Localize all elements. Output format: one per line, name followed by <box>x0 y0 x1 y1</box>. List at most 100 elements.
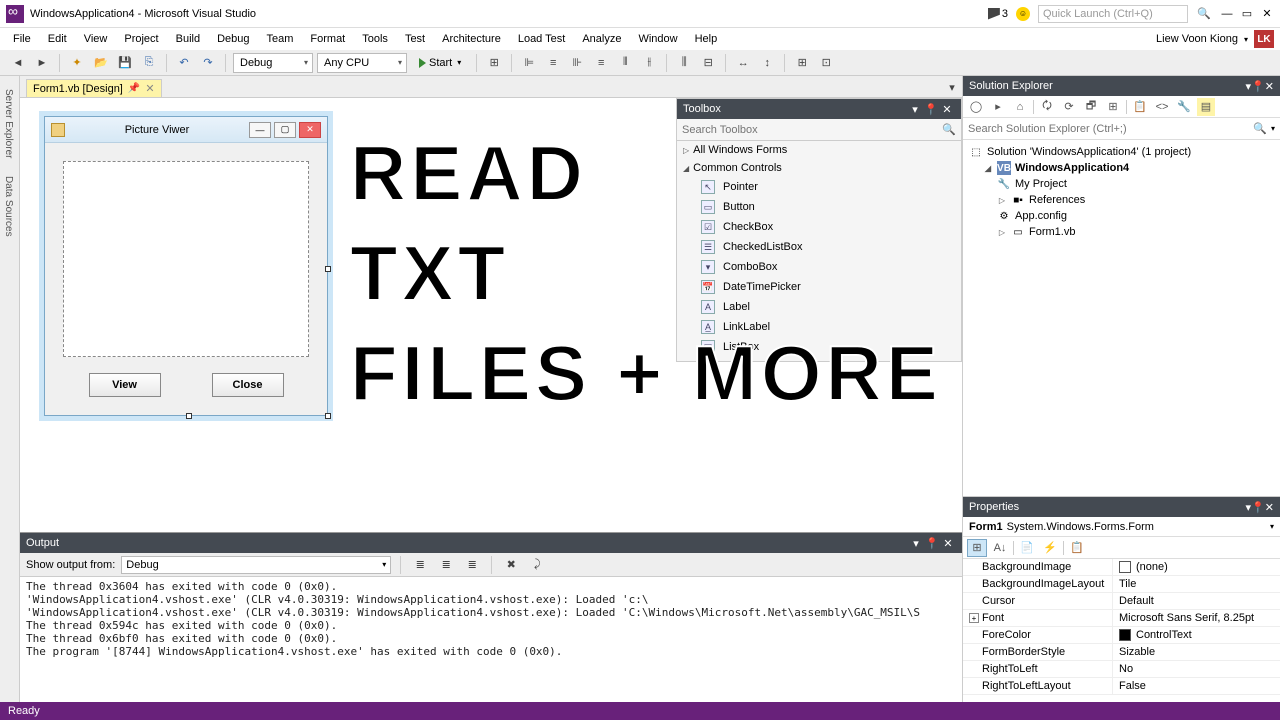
close-button[interactable]: ✕ <box>1260 7 1274 20</box>
toolbox-item[interactable]: ☑CheckBox <box>677 217 961 237</box>
toolbox-item[interactable]: 📅DateTimePicker <box>677 277 961 297</box>
config-combo[interactable]: Debug <box>233 53 313 73</box>
preview-button[interactable]: 🔧 <box>1175 98 1193 116</box>
close-icon[interactable]: ✕ <box>1265 80 1274 93</box>
close-tab-icon[interactable]: ✕ <box>145 82 154 95</box>
platform-combo[interactable]: Any CPU <box>317 53 407 73</box>
form-designer[interactable]: Picture Viwer — ▢ ✕ View Close <box>44 116 328 416</box>
toolbox-item[interactable]: ALabel <box>677 297 961 317</box>
align-btn[interactable]: ⫴ <box>615 53 635 73</box>
code-button[interactable]: <> <box>1153 98 1171 116</box>
start-button[interactable]: Start▾ <box>411 53 469 73</box>
resize-handle[interactable] <box>186 413 192 419</box>
menu-debug[interactable]: Debug <box>210 31 256 47</box>
output-tool-btn[interactable]: ≣ <box>436 555 456 575</box>
order-btn[interactable]: ⊡ <box>816 53 836 73</box>
toolbox-item[interactable]: ▭Button <box>677 197 961 217</box>
quick-launch-input[interactable]: Quick Launch (Ctrl+Q) <box>1038 5 1188 23</box>
search-icon[interactable]: 🔍 <box>942 123 956 136</box>
output-header[interactable]: Output▾📍✕ <box>20 533 962 553</box>
menu-team[interactable]: Team <box>260 31 301 47</box>
output-content[interactable]: The thread 0x3604 has exited with code 0… <box>20 577 962 702</box>
close-icon[interactable]: ✕ <box>1265 501 1274 514</box>
pin-icon[interactable]: 📍 <box>924 537 940 550</box>
prop-pages-button[interactable]: 📋 <box>1067 539 1087 557</box>
properties-button[interactable]: 📋 <box>1131 98 1149 116</box>
menu-edit[interactable]: Edit <box>41 31 74 47</box>
preview-button[interactable]: ▤ <box>1197 98 1215 116</box>
tabstrip-menu[interactable]: ▾ <box>942 77 962 97</box>
menu-architecture[interactable]: Architecture <box>435 31 508 47</box>
feedback-icon[interactable]: ☺ <box>1016 7 1030 21</box>
clear-button[interactable]: ✖ <box>501 555 521 575</box>
tree-item[interactable]: ⚙App.config <box>969 208 1274 224</box>
toolbox-search[interactable]: 🔍 <box>677 119 961 141</box>
size-btn[interactable]: ↔ <box>733 53 753 73</box>
menu-project[interactable]: Project <box>117 31 165 47</box>
toolbox-item[interactable]: ☰CheckedListBox <box>677 237 961 257</box>
close-btn[interactable]: Close <box>212 373 284 397</box>
expand-icon[interactable]: + <box>969 613 979 623</box>
size-btn[interactable]: ↕ <box>757 53 777 73</box>
property-row[interactable]: ForeColorControlText <box>963 627 1280 644</box>
search-icon[interactable]: 🔍 <box>1196 6 1212 22</box>
property-row[interactable]: RightToLeftLayoutFalse <box>963 678 1280 695</box>
properties-subject[interactable]: Form1System.Windows.Forms.Form▾ <box>963 517 1280 537</box>
search-icon[interactable]: 🔍 <box>1253 122 1267 135</box>
user-name[interactable]: Liew Voon Kiong <box>1156 33 1238 45</box>
toolbox-item[interactable]: ▾ComboBox <box>677 257 961 277</box>
menu-test[interactable]: Test <box>398 31 432 47</box>
property-row[interactable]: +FontMicrosoft Sans Serif, 8.25pt <box>963 610 1280 627</box>
open-button[interactable]: 📂 <box>91 53 111 73</box>
server-explorer-tab[interactable]: Server Explorer <box>0 80 19 167</box>
output-tool-btn[interactable]: ≣ <box>462 555 482 575</box>
toolbox-category[interactable]: ◢Common Controls <box>677 159 961 177</box>
toolbox-item[interactable]: A̲LinkLabel <box>677 317 961 337</box>
nav-fwd-button[interactable]: ► <box>32 53 52 73</box>
align-btn[interactable]: ≡ <box>543 53 563 73</box>
toolbox-category[interactable]: ▷All Windows Forms <box>677 141 961 159</box>
tree-item[interactable]: 🔧My Project <box>969 176 1274 192</box>
solution-root[interactable]: ⬚Solution 'WindowsApplication4' (1 proje… <box>969 144 1274 160</box>
menu-file[interactable]: File <box>6 31 38 47</box>
output-tool-btn[interactable]: ≣ <box>410 555 430 575</box>
toolbox-search-input[interactable] <box>682 124 942 136</box>
resize-handle[interactable] <box>325 266 331 272</box>
home-button[interactable]: ⌂ <box>1011 98 1029 116</box>
chevron-down-icon[interactable]: ▾ <box>908 537 924 550</box>
maximize-button[interactable]: ▭ <box>1240 7 1254 20</box>
align-btn[interactable]: ≡ <box>591 53 611 73</box>
menu-analyze[interactable]: Analyze <box>575 31 628 47</box>
close-icon[interactable]: ✕ <box>939 103 955 116</box>
solution-search[interactable]: 🔍▾ <box>963 118 1280 140</box>
align-btn[interactable]: ⊫ <box>519 53 539 73</box>
menu-window[interactable]: Window <box>631 31 684 47</box>
form-close-button[interactable]: ✕ <box>299 122 321 138</box>
toolbox-item[interactable]: ↖Pointer <box>677 177 961 197</box>
collapse-button[interactable]: 🗗 <box>1082 98 1100 116</box>
pin-icon[interactable]: 📍 <box>923 103 939 116</box>
property-row[interactable]: BackgroundImage(none) <box>963 559 1280 576</box>
chevron-down-icon[interactable]: ▾ <box>907 103 923 116</box>
menu-view[interactable]: View <box>77 31 115 47</box>
events-button[interactable]: ⚡ <box>1040 539 1060 557</box>
tree-item[interactable]: ▷▭Form1.vb <box>969 224 1274 240</box>
props-button[interactable]: 📄 <box>1017 539 1037 557</box>
align-btn[interactable]: ⊪ <box>567 53 587 73</box>
menu-format[interactable]: Format <box>303 31 352 47</box>
toolbox-header[interactable]: Toolbox▾📍✕ <box>677 99 961 119</box>
property-row[interactable]: RightToLeftNo <box>963 661 1280 678</box>
solution-header[interactable]: Solution Explorer▾📍✕ <box>963 76 1280 96</box>
spacing-btn[interactable]: ⫼ <box>674 53 694 73</box>
menu-help[interactable]: Help <box>688 31 725 47</box>
notifications-badge[interactable]: 3 <box>988 8 1008 20</box>
alphabetical-button[interactable]: A↓ <box>990 539 1010 557</box>
properties-header[interactable]: Properties▾📍✕ <box>963 497 1280 517</box>
nav-back-button[interactable]: ◄ <box>8 53 28 73</box>
property-row[interactable]: FormBorderStyleSizable <box>963 644 1280 661</box>
pin-icon[interactable]: 📍 <box>1251 80 1265 93</box>
solution-search-input[interactable] <box>968 123 1253 135</box>
fwd-button[interactable]: ▸ <box>989 98 1007 116</box>
redo-button[interactable]: ↷ <box>198 53 218 73</box>
form-min-button[interactable]: — <box>249 122 271 138</box>
